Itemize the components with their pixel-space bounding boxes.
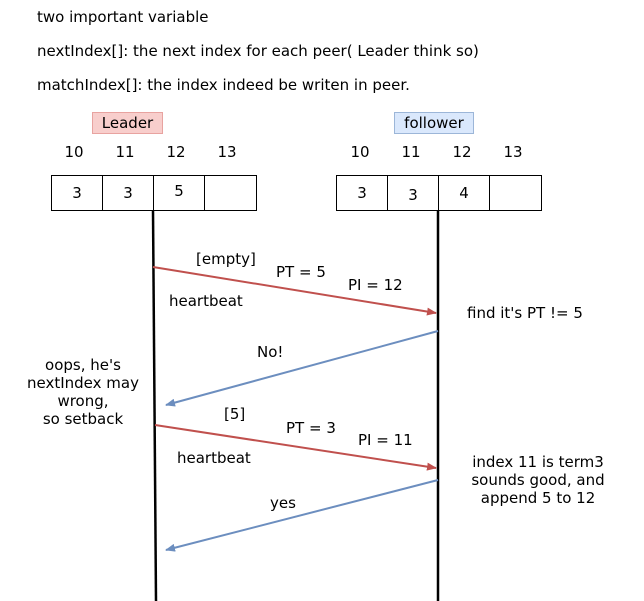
msg1-pt-label: PT = 5 <box>276 263 326 281</box>
msg2-entries-label: [5] <box>224 405 246 423</box>
msg2-pt-label: PT = 3 <box>286 419 336 437</box>
msg1-entries-label: [empty] <box>196 250 256 268</box>
leader-note-line: oops, he's <box>45 356 121 374</box>
reply-no-label: No! <box>257 343 284 361</box>
follower-note-line: sounds good, and <box>471 471 605 489</box>
sequence-diagram <box>151 210 440 601</box>
leader-note-line: so setback <box>42 410 124 428</box>
msg1-pi-label: PI = 12 <box>348 276 403 294</box>
follower-note-line: append 5 to 12 <box>480 489 596 507</box>
leader-lifeline <box>151 210 158 601</box>
msg1-type-label: heartbeat <box>169 292 243 310</box>
msg2-pi-label: PI = 11 <box>358 431 413 449</box>
reply-yes-label: yes <box>270 494 296 512</box>
reply-arrow-no <box>165 330 439 407</box>
reply-arrow-yes <box>165 479 439 552</box>
msg2-type-label: heartbeat <box>177 449 251 467</box>
follower-note-1: find it's PT != 5 <box>467 304 583 322</box>
leader-note-line: nextIndex may <box>27 374 139 392</box>
leader-note: oops, he's nextIndex may wrong, so setba… <box>18 356 148 428</box>
follower-note-line: index 11 is term3 <box>472 453 604 471</box>
follower-note-2: index 11 is term3 sounds good, and appen… <box>458 453 618 507</box>
leader-note-line: wrong, <box>57 392 109 410</box>
